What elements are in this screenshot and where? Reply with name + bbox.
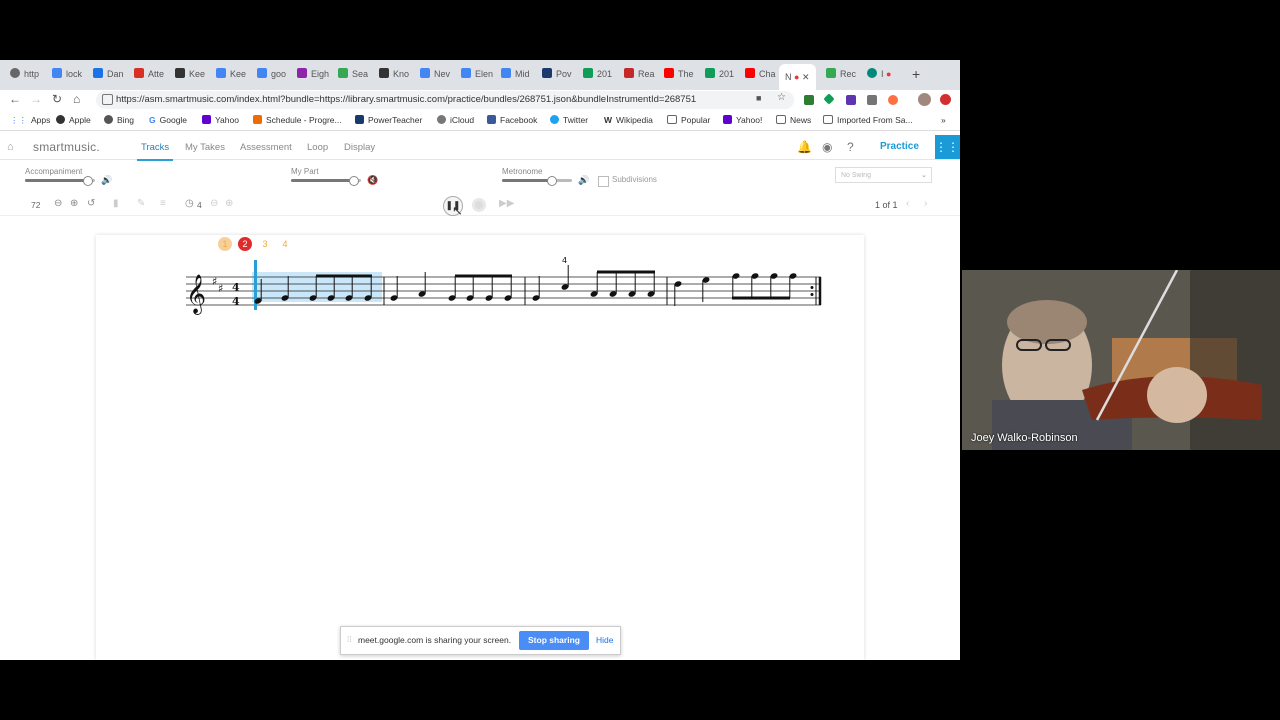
time-signature-top: 4 — [232, 281, 240, 294]
sharp-icon: ♯ — [212, 275, 217, 288]
participant-video: Joey Walko-Robinson — [962, 270, 1280, 450]
beam — [316, 274, 372, 278]
time-signature-bottom: 4 — [232, 295, 240, 308]
hide-banner-button[interactable]: Hide — [596, 635, 613, 645]
fingering-label: 4 — [562, 256, 567, 265]
shared-screen: http lock Dan Atte Kee Kee goo Eigh Sea … — [0, 60, 960, 660]
drag-handle-icon[interactable]: ⁞⁞ — [347, 635, 351, 644]
beam — [732, 296, 790, 300]
hand — [1147, 367, 1207, 423]
score-notation: 𝄞 ♯ ♯ 4 4 4 — [186, 256, 822, 315]
stop-sharing-button[interactable]: Stop sharing — [519, 631, 589, 650]
participant-name: Joey Walko-Robinson — [971, 432, 1078, 444]
share-message: meet.google.com is sharing your screen. — [358, 635, 512, 645]
beam — [597, 270, 655, 274]
screen-share-banner: ⁞⁞ meet.google.com is sharing your scree… — [340, 626, 621, 655]
video-frame — [962, 270, 1280, 450]
repeat-dot — [810, 286, 814, 289]
treble-clef-icon: 𝄞 — [186, 274, 206, 315]
beam — [455, 274, 512, 278]
sharp-icon: ♯ — [218, 282, 223, 295]
repeat-dot — [810, 293, 814, 296]
